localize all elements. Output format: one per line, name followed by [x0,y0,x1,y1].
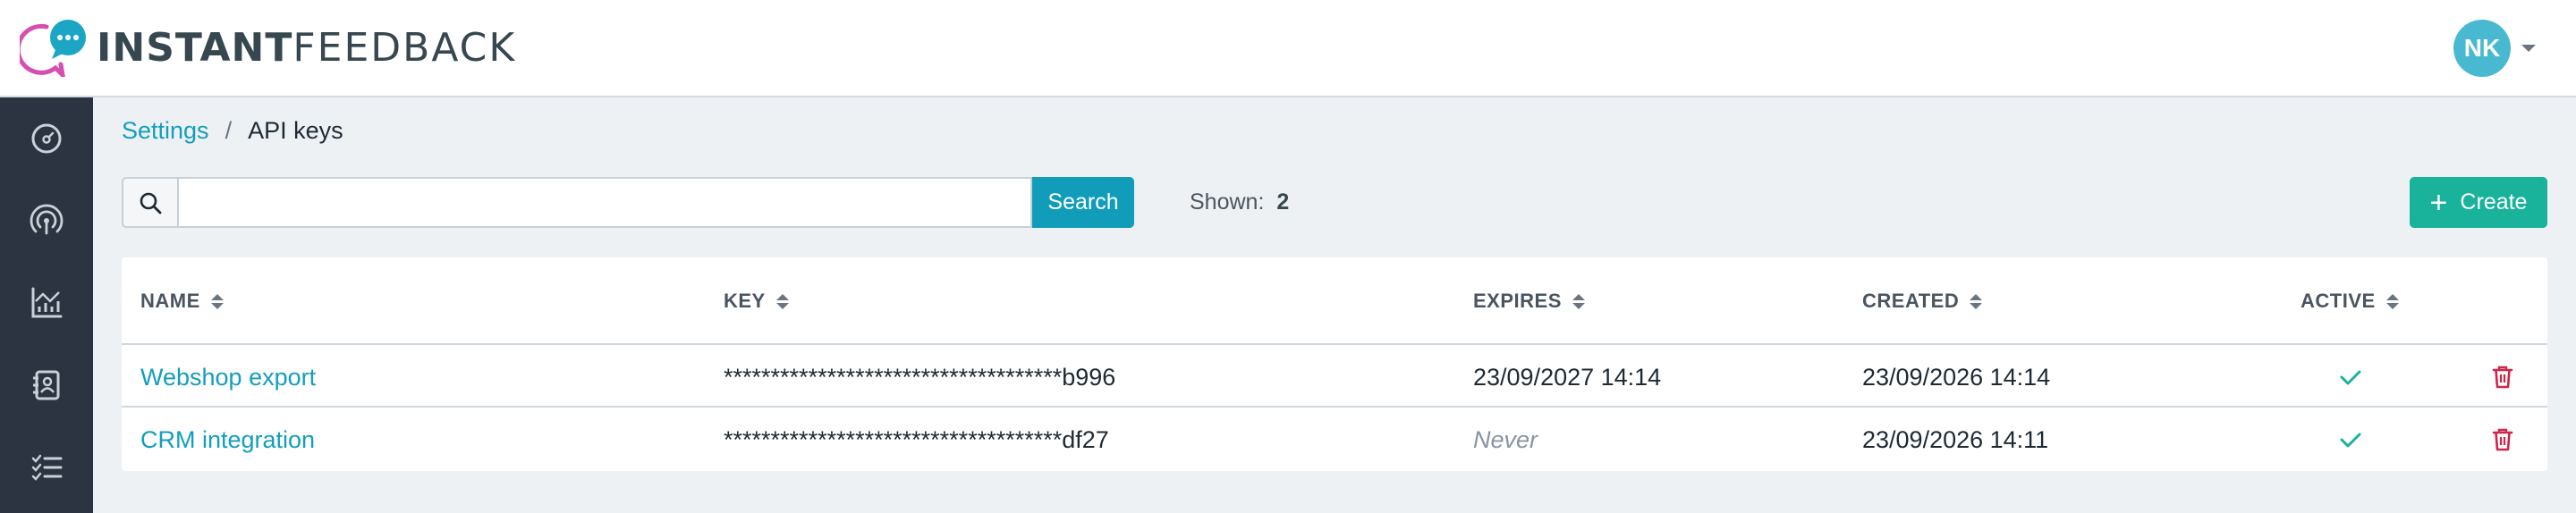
search-button[interactable]: Search [1032,177,1134,228]
created-value: 23/09/2026 14:14 [1862,363,2051,391]
sidebar-item-analytics[interactable] [0,262,93,344]
delete-trash-icon[interactable] [2485,347,2521,408]
app-logo[interactable]: INSTANT FEEDBACK [15,18,516,82]
active-check-icon [2333,347,2368,408]
sort-icon [210,293,224,309]
shown-counter: Shown: 2 [1190,177,1289,228]
dashboard-gauge-icon [31,123,62,154]
column-header-name[interactable]: NAME [140,290,224,313]
breadcrumb-current: API keys [248,117,343,144]
avatar[interactable]: NK [2453,20,2511,77]
sidebar [0,97,93,513]
user-menu[interactable]: NK [2453,20,2536,77]
column-header-label: NAME [140,290,200,312]
column-header-active[interactable]: ACTIVE [2301,290,2399,313]
column-header-label: EXPIRES [1473,290,1562,312]
breadcrumb-separator: / [225,117,233,144]
expires-value: 23/09/2027 14:14 [1473,363,1662,391]
checklist-icon [31,454,63,481]
api-key-value: ************************************df27 [724,425,1109,453]
column-header-label: KEY [724,290,766,312]
main-content: Settings / API keys Search Shown: 2 + Cr… [93,97,2576,513]
api-keys-table: NAME KEY EXPIRES CREATED ACTIVE Webshop … [122,257,2547,471]
create-button-label: Create [2460,189,2528,214]
sidebar-item-tasks[interactable] [0,426,93,509]
broadcast-icon [30,204,64,235]
sidebar-item-contacts[interactable] [0,344,93,426]
column-header-label: CREATED [1862,290,1960,312]
toolbar: Search Shown: 2 + Create [122,177,2547,228]
shown-count: 2 [1276,189,1290,214]
column-header-created[interactable]: CREATED [1862,290,1983,313]
breadcrumb: Settings / API keys [122,117,343,145]
sort-icon [775,293,789,309]
column-header-label: ACTIVE [2301,290,2376,312]
search-group: Search [122,177,1134,228]
api-key-name-link[interactable]: Webshop export [140,347,316,408]
delete-trash-icon[interactable] [2485,409,2521,470]
table-row: CRM integration ************************… [122,409,2547,470]
search-input[interactable] [177,177,1032,228]
contacts-book-icon [33,370,60,400]
analytics-chart-icon [31,287,63,318]
sort-icon [1572,293,1585,309]
top-header: INSTANT FEEDBACK NK [0,0,2576,97]
sort-icon [1970,293,1983,309]
breadcrumb-settings-link[interactable]: Settings [122,117,209,145]
api-key-name-link[interactable]: CRM integration [140,409,315,470]
caret-down-icon[interactable] [2521,45,2536,52]
expires-value: Never [1473,425,1538,453]
shown-label: Shown: [1190,189,1265,214]
column-header-key[interactable]: KEY [724,290,789,313]
logo-chat-bubble-icon [15,18,89,82]
logo-text-light: FEEDBACK [292,24,517,71]
column-header-expires[interactable]: EXPIRES [1473,290,1585,313]
sort-icon [2385,293,2399,309]
logo-wordmark: INSTANT FEEDBACK [97,25,516,71]
table-header-row: NAME KEY EXPIRES CREATED ACTIVE [122,257,2547,345]
logo-text-bold: INSTANT [97,24,293,71]
search-icon [122,177,177,228]
plus-icon: + [2429,185,2448,220]
active-check-icon [2333,409,2368,470]
created-value: 23/09/2026 14:11 [1862,425,2049,453]
sidebar-item-broadcast[interactable] [0,180,93,262]
table-row: Webshop export *************************… [122,347,2547,408]
api-key-value: ************************************b996 [724,363,1116,391]
sidebar-item-dashboard[interactable] [0,97,93,180]
create-button[interactable]: + Create [2410,177,2547,228]
